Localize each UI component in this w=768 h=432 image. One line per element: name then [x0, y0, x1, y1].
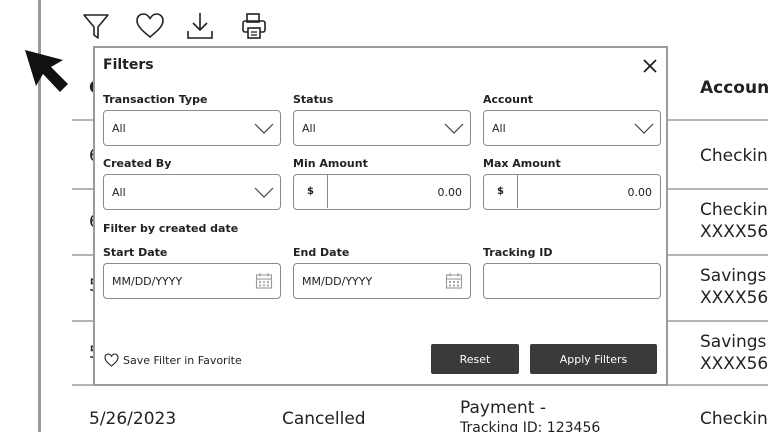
print-icon[interactable] [238, 10, 270, 42]
date-section-label: Filter by created date [103, 222, 239, 235]
filters-modal: Filters Transaction Type All Status All … [93, 46, 668, 386]
chevron-down-icon [634, 123, 654, 134]
max-amount-value: 0.00 [627, 186, 653, 199]
calendar-icon[interactable] [255, 272, 273, 290]
tracking-id-label: Tracking ID [483, 246, 553, 259]
end-date-label: End Date [293, 246, 350, 259]
max-amount-label: Max Amount [483, 157, 561, 170]
chevron-down-icon [254, 123, 274, 134]
tracking-id-input[interactable] [483, 263, 661, 299]
calendar-icon[interactable] [445, 272, 463, 290]
status-label: Status [293, 93, 334, 106]
row-account: Checking [700, 409, 768, 429]
account-select[interactable]: All [483, 110, 661, 146]
min-amount-field[interactable]: $ 0.00 [293, 174, 471, 210]
start-date-placeholder: MM/DD/YYYY [112, 275, 183, 288]
chevron-down-icon [444, 123, 464, 134]
row-account: Savings A [700, 266, 768, 286]
status-select[interactable]: All [293, 110, 471, 146]
row-account: Checking [700, 146, 768, 166]
end-date-placeholder: MM/DD/YYYY [302, 275, 373, 288]
row-tracking-id: Tracking ID: 123456 [460, 420, 601, 432]
column-header-account[interactable]: Account [700, 78, 768, 98]
row-account-number: XXXX5678 [700, 222, 768, 242]
heart-icon [104, 353, 119, 367]
start-date-input[interactable]: MM/DD/YYYY [103, 263, 281, 299]
min-amount-value: 0.00 [437, 186, 463, 199]
row-account-number: XXXX5678 [700, 288, 768, 308]
min-amount-label: Min Amount [293, 157, 368, 170]
mouse-cursor-icon [22, 48, 72, 94]
account-label: Account [483, 93, 534, 106]
download-icon[interactable] [184, 10, 216, 42]
created-by-label: Created By [103, 157, 172, 170]
max-amount-field[interactable]: $ 0.00 [483, 174, 661, 210]
apply-filters-button[interactable]: Apply Filters [530, 344, 657, 374]
transaction-type-value: All [112, 122, 126, 135]
currency-symbol: $ [484, 175, 518, 208]
save-filter-label: Save Filter in Favorite [123, 354, 242, 367]
chevron-down-icon [254, 187, 274, 198]
heart-icon[interactable] [134, 10, 166, 42]
created-by-value: All [112, 186, 126, 199]
row-description: Payment - [460, 398, 546, 418]
start-date-label: Start Date [103, 246, 168, 259]
save-filter-favorite[interactable]: Save Filter in Favorite [103, 352, 242, 368]
row-date: 5/26/2023 [89, 409, 177, 429]
status-value: All [302, 122, 316, 135]
transaction-type-label: Transaction Type [103, 93, 208, 106]
row-status: Cancelled [282, 409, 366, 429]
account-value: All [492, 122, 506, 135]
modal-title: Filters [103, 57, 154, 73]
row-account: Savings A [700, 332, 768, 352]
row-account: Checking [700, 200, 768, 220]
created-by-select[interactable]: All [103, 174, 281, 210]
close-icon[interactable] [641, 57, 659, 75]
filter-icon[interactable] [80, 10, 112, 42]
transaction-type-select[interactable]: All [103, 110, 281, 146]
row-account-number: XXXX5678 [700, 354, 768, 374]
end-date-input[interactable]: MM/DD/YYYY [293, 263, 471, 299]
currency-symbol: $ [294, 175, 328, 208]
reset-button[interactable]: Reset [431, 344, 519, 374]
